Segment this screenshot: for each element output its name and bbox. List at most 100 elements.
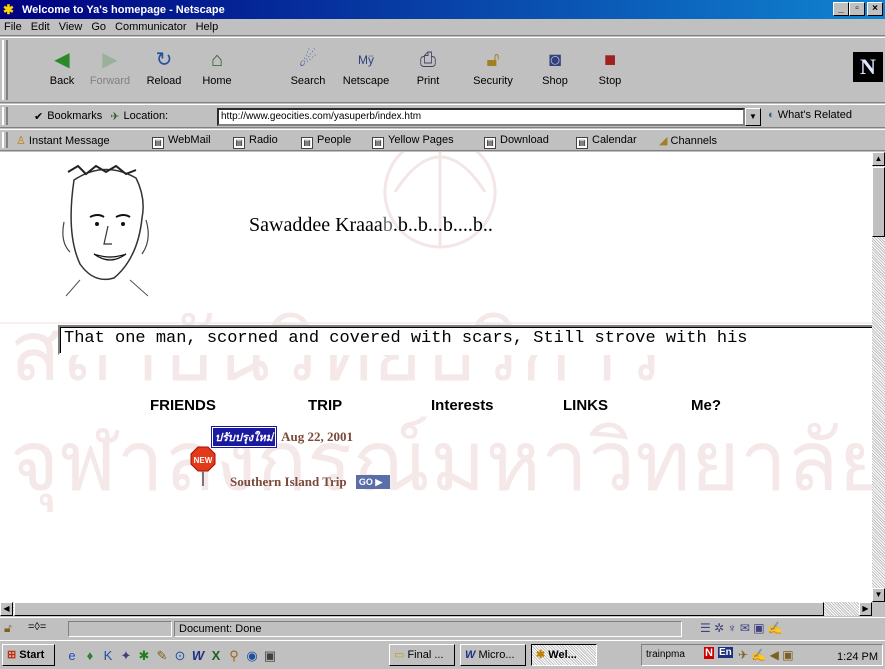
scroll-right-icon[interactable]: ▶	[859, 602, 872, 616]
title-bar[interactable]: ✱ Welcome to Ya's homepage - Netscape _ …	[0, 0, 885, 19]
menu-communicator[interactable]: Communicator	[115, 21, 187, 33]
forward-arrow-icon: ▶	[102, 49, 118, 71]
menu-edit[interactable]: Edit	[31, 21, 50, 33]
scroll-up-icon[interactable]: ▲	[872, 152, 885, 166]
new-sign-icon: NEW	[190, 446, 216, 486]
my-netscape-icon: Mÿ	[358, 53, 374, 67]
svg-text:จุฬาลงกรณ์มหาวิทยาลัย: จุฬาลงกรณ์มหาวิทยาลัย	[10, 416, 872, 513]
search-button[interactable]: ☄ Search	[284, 44, 332, 98]
shop-button[interactable]: ◙ Shop	[531, 44, 579, 98]
task-word-label: Micro...	[478, 649, 515, 661]
netscape-tray-icon[interactable]: N	[704, 647, 714, 659]
quicklaunch-icon[interactable]: ⊙	[172, 648, 188, 664]
close-button[interactable]: ×	[867, 2, 883, 16]
whats-related-button[interactable]: ◐ What's Related	[768, 109, 852, 121]
instant-message-link[interactable]: ♙ Instant Message	[16, 134, 110, 147]
scroll-down-icon[interactable]: ▼	[872, 588, 885, 602]
menu-file[interactable]: File	[4, 21, 22, 33]
netscape-window-icon: ✱	[3, 1, 14, 17]
yellow-pages-link[interactable]: ▤ Yellow Pages	[372, 134, 454, 149]
security-button[interactable]: 🔓︎ Security	[469, 44, 517, 98]
quicklaunch-icon[interactable]: ◉	[244, 648, 260, 664]
word-icon[interactable]: W	[190, 648, 206, 664]
quicklaunch-icon[interactable]: ✱	[136, 648, 152, 664]
scroll-corner	[872, 602, 885, 616]
greeting-text: Sawaddee Kraaab.b..b...b....b..	[249, 214, 493, 237]
task-final-label: Final ...	[407, 649, 444, 661]
back-arrow-icon: ◀	[54, 49, 70, 71]
quicklaunch-icon[interactable]: ⚲	[226, 648, 242, 664]
quicklaunch-icon[interactable]: ✎	[154, 648, 170, 664]
task-final-button[interactable]: ▭ Final ...	[389, 644, 455, 666]
component-bar-icons[interactable]: ☰ ✲ ♆ ✉ ▣ ✍	[700, 621, 783, 635]
url-field[interactable]: http://www.geocities.com/yasuperb/index.…	[217, 108, 745, 126]
personal-grip[interactable]	[2, 132, 8, 148]
menu-view[interactable]: View	[59, 21, 83, 33]
bookmark-page-icon: ▤	[576, 137, 588, 149]
vertical-scrollbar[interactable]: ▲ ▼	[872, 152, 885, 602]
quote-marquee: That one man, scorned and covered with s…	[58, 325, 872, 355]
stop-button[interactable]: ■ Stop	[586, 44, 634, 98]
stop-label: Stop	[598, 75, 622, 87]
quicklaunch-icon[interactable]: K	[100, 648, 116, 664]
bookmarks-button[interactable]: Bookmarks	[47, 110, 102, 122]
url-dropdown-icon[interactable]: ▼	[745, 108, 761, 126]
security-label: Security	[473, 75, 513, 87]
netscape-button[interactable]: Mÿ Netscape	[342, 44, 390, 98]
netscape-task-icon: ✱	[536, 649, 549, 661]
webmail-link[interactable]: ▤ WebMail	[152, 134, 211, 149]
go-button[interactable]: GO ▶	[355, 475, 390, 489]
quicklaunch-icon[interactable]: ♦	[82, 648, 98, 664]
radio-link[interactable]: ▤ Radio	[233, 134, 278, 149]
calendar-link[interactable]: ▤ Calendar	[576, 134, 637, 149]
status-bar: 🔓︎ =◊= Document: Done ☰ ✲ ♆ ✉ ▣ ✍	[0, 617, 885, 639]
southern-island-trip-link[interactable]: Southern Island Trip GO ▶	[230, 474, 390, 490]
horizontal-scroll-thumb[interactable]	[14, 602, 824, 616]
nav-interests-link[interactable]: Interests	[431, 397, 494, 414]
stop-icon: ■	[603, 49, 617, 71]
location-label: Location:	[123, 110, 169, 122]
scroll-left-icon[interactable]: ◀	[0, 602, 13, 616]
task-netscape-button[interactable]: ✱ Wel...	[531, 644, 597, 666]
home-button[interactable]: ⌂ Home	[193, 44, 241, 98]
system-tray: trainpma N En ✈ ✍ ◀ ▣ 1:24 PM	[641, 644, 883, 666]
horizontal-scrollbar[interactable]: ◀ ▶	[0, 602, 872, 616]
online-status-icon[interactable]: =◊=	[28, 621, 46, 633]
lock-icon: 🔓︎	[486, 49, 500, 71]
folder-icon: ▭	[394, 649, 408, 661]
print-label: Print	[416, 75, 440, 87]
nav-trip-link[interactable]: TRIP	[308, 397, 342, 414]
tray-icons[interactable]: ✈ ✍ ◀ ▣	[738, 648, 794, 662]
reload-button[interactable]: ↻ Reload	[140, 44, 188, 98]
menu-go[interactable]: Go	[91, 21, 106, 33]
language-indicator-icon[interactable]: En	[718, 647, 733, 658]
printer-icon: ⎙	[420, 49, 436, 71]
menu-help[interactable]: Help	[196, 21, 219, 33]
task-word-button[interactable]: W Micro...	[460, 644, 526, 666]
bookmark-page-icon: ▤	[301, 137, 313, 149]
toolbar-grip[interactable]	[2, 40, 8, 100]
location-grip[interactable]	[2, 107, 8, 125]
task-netscape-label: Wel...	[548, 649, 577, 661]
quicklaunch-icon[interactable]: ✦	[118, 648, 134, 664]
minimize-button[interactable]: _	[833, 2, 849, 16]
back-button[interactable]: ◀ Back	[38, 44, 86, 98]
restore-button[interactable]: ▫	[849, 2, 865, 16]
people-link[interactable]: ▤ People	[301, 134, 351, 149]
ie-icon[interactable]: e	[64, 648, 80, 664]
nav-links-link[interactable]: LINKS	[563, 397, 608, 414]
nav-me-link[interactable]: Me?	[691, 397, 721, 414]
forward-button[interactable]: ▶ Forward	[86, 44, 134, 98]
excel-icon[interactable]: X	[208, 648, 224, 664]
security-status-icon[interactable]: 🔓︎	[4, 621, 12, 636]
quicklaunch-icon[interactable]: ▣	[262, 648, 278, 664]
channels-link[interactable]: ◢ Channels	[659, 134, 717, 147]
search-label: Search	[290, 75, 326, 87]
vertical-scroll-thumb[interactable]	[872, 167, 885, 237]
yellow-pages-label: Yellow Pages	[388, 134, 454, 146]
start-button[interactable]: ⊞ Start	[2, 644, 55, 666]
download-link[interactable]: ▤ Download	[484, 134, 549, 149]
nav-friends-link[interactable]: FRIENDS	[150, 397, 216, 414]
back-label: Back	[49, 75, 75, 87]
print-button[interactable]: ⎙ Print	[404, 44, 452, 98]
